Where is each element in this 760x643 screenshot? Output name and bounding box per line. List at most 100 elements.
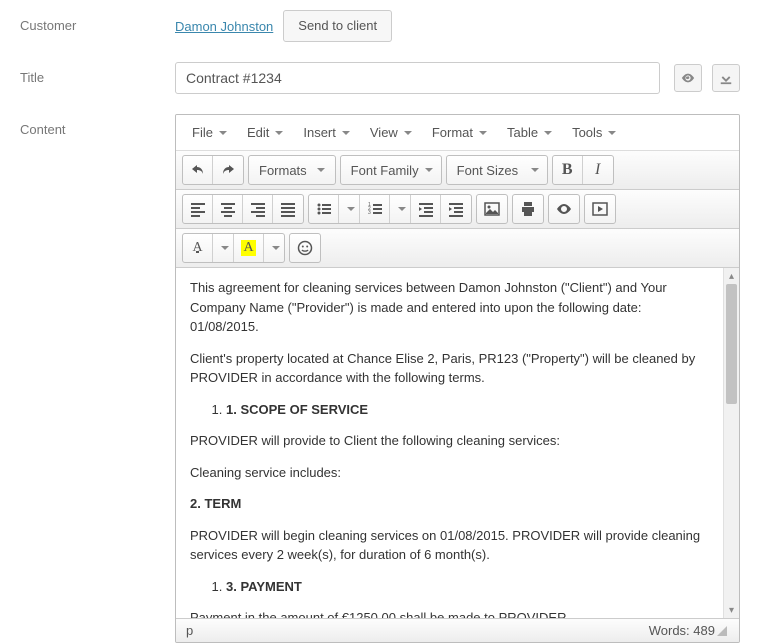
bg-color-button[interactable]: A [234, 234, 264, 262]
send-to-client-button[interactable]: Send to client [283, 10, 392, 42]
font-family-dropdown[interactable]: Font Family [341, 156, 441, 184]
redo-icon [220, 162, 236, 178]
insert-image-button[interactable] [477, 195, 507, 223]
menu-file[interactable]: File [182, 119, 237, 146]
chevron-down-icon [425, 168, 433, 172]
content-paragraph: This agreement for cleaning services bet… [190, 278, 709, 337]
print-button[interactable] [513, 195, 543, 223]
content-paragraph: Payment in the amount of €1250.00 shall … [190, 608, 709, 618]
emoticons-button[interactable] [290, 234, 320, 262]
content-paragraph: Cleaning service includes: [190, 463, 709, 483]
numbered-list-icon: 123 [367, 201, 383, 217]
editor-toolbar-3: A A [176, 229, 739, 268]
menu-table[interactable]: Table [497, 119, 562, 146]
chevron-down-icon [275, 131, 283, 135]
chevron-down-icon [221, 246, 229, 250]
content-heading: 3. PAYMENT [226, 579, 302, 594]
bold-icon: B [562, 161, 573, 179]
align-justify-button[interactable] [273, 195, 303, 223]
eye-icon [556, 201, 572, 217]
text-color-icon: A [192, 240, 202, 256]
chevron-down-icon [608, 131, 616, 135]
editor-toolbar-1: Formats Font Family Font Sizes B I [176, 151, 739, 190]
chevron-down-icon [219, 131, 227, 135]
rich-text-editor: File Edit Insert View Format Table Tools [175, 114, 740, 643]
menu-edit[interactable]: Edit [237, 119, 293, 146]
font-sizes-dropdown[interactable]: Font Sizes [447, 156, 547, 184]
content-paragraph: Client's property located at Chance Elis… [190, 349, 709, 388]
chevron-down-icon [398, 207, 406, 211]
editor-menubar: File Edit Insert View Format Table Tools [176, 115, 739, 151]
align-right-icon [250, 201, 266, 217]
align-left-button[interactable] [183, 195, 213, 223]
text-color-button[interactable]: A [183, 234, 213, 262]
chevron-down-icon [404, 131, 412, 135]
editor-content-area[interactable]: This agreement for cleaning services bet… [176, 268, 723, 618]
print-icon [520, 201, 536, 217]
formats-dropdown[interactable]: Formats [249, 156, 335, 184]
numbered-list-button[interactable]: 123 [360, 195, 390, 223]
redo-button[interactable] [213, 156, 243, 184]
menu-tools[interactable]: Tools [562, 119, 626, 146]
chevron-down-icon [317, 168, 325, 172]
chevron-down-icon [342, 131, 350, 135]
chevron-down-icon [544, 131, 552, 135]
menu-format[interactable]: Format [422, 119, 497, 146]
content-paragraph: PROVIDER will begin cleaning services on… [190, 526, 709, 565]
outdent-button[interactable] [411, 195, 441, 223]
scroll-up-arrow[interactable]: ▴ [724, 268, 739, 284]
scroll-down-arrow[interactable]: ▾ [724, 602, 739, 618]
indent-icon [448, 201, 464, 217]
download-icon [719, 71, 733, 85]
content-heading: 1. SCOPE OF SERVICE [226, 402, 368, 417]
numbered-list-dropdown[interactable] [390, 195, 411, 223]
preview-button-toolbar[interactable] [549, 195, 579, 223]
download-button[interactable] [712, 64, 740, 92]
text-color-dropdown[interactable] [213, 234, 234, 262]
italic-button[interactable]: I [583, 156, 613, 184]
align-center-icon [220, 201, 236, 217]
bullet-list-icon [316, 201, 332, 217]
bullet-list-button[interactable] [309, 195, 339, 223]
smiley-icon [297, 240, 313, 256]
chevron-down-icon [272, 246, 280, 250]
media-icon [592, 201, 608, 217]
indent-button[interactable] [441, 195, 471, 223]
image-icon [484, 201, 500, 217]
bold-button[interactable]: B [553, 156, 583, 184]
align-left-icon [190, 201, 206, 217]
editor-toolbar-2: 123 [176, 190, 739, 229]
chevron-down-icon [479, 131, 487, 135]
svg-text:3: 3 [368, 210, 371, 216]
content-heading: 2. TERM [190, 496, 241, 511]
vertical-scrollbar[interactable]: ▴ ▾ [723, 268, 739, 618]
bg-color-dropdown[interactable] [264, 234, 284, 262]
word-count-label: Words: [649, 623, 694, 638]
preview-button[interactable] [674, 64, 702, 92]
undo-icon [190, 162, 206, 178]
title-input[interactable] [175, 62, 660, 94]
chevron-down-icon [347, 207, 355, 211]
chevron-down-icon [531, 168, 539, 172]
italic-icon: I [595, 161, 600, 179]
label-customer: Customer [20, 10, 175, 33]
customer-link[interactable]: Damon Johnston [175, 19, 273, 34]
outdent-icon [418, 201, 434, 217]
align-center-button[interactable] [213, 195, 243, 223]
bullet-list-dropdown[interactable] [339, 195, 360, 223]
align-justify-icon [280, 201, 296, 217]
menu-view[interactable]: View [360, 119, 422, 146]
content-paragraph: PROVIDER will provide to Client the foll… [190, 431, 709, 451]
scroll-thumb[interactable] [726, 284, 737, 404]
element-path[interactable]: p [186, 623, 193, 638]
undo-button[interactable] [183, 156, 213, 184]
insert-media-button[interactable] [585, 195, 615, 223]
menu-insert[interactable]: Insert [293, 119, 360, 146]
eye-icon [681, 71, 695, 85]
editor-statusbar: p Words: 489 [176, 618, 739, 642]
label-title: Title [20, 62, 175, 85]
resize-handle[interactable] [717, 626, 727, 636]
align-right-button[interactable] [243, 195, 273, 223]
word-count-value: 489 [693, 623, 715, 638]
label-content: Content [20, 114, 175, 137]
